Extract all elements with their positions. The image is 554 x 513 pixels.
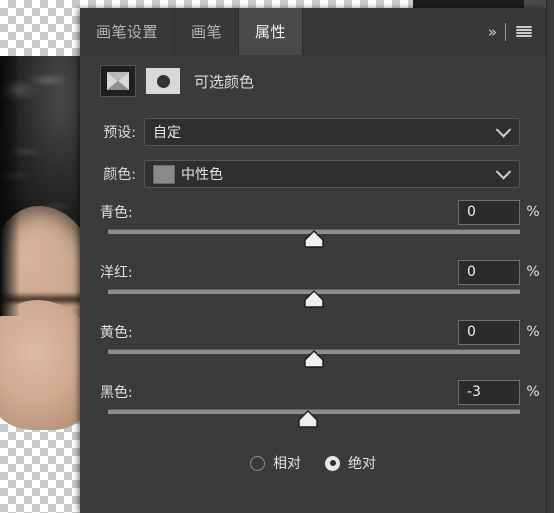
tab-label: 画笔	[191, 23, 223, 41]
slider-group-cyan: 青色: 0 %	[80, 197, 546, 251]
black-input[interactable]: -3	[458, 379, 520, 405]
collapse-panel-icon[interactable]: »	[488, 23, 497, 41]
cyan-label: 青色:	[100, 205, 133, 221]
cyan-unit: %	[526, 204, 540, 220]
yellow-label-row: 黄色: 0 %	[80, 317, 546, 347]
properties-panel: 画笔设置 画笔 属性 » 可选颜色 预设: 自定 颜色: 中性色 青色: 0 %…	[80, 8, 546, 513]
radio-relative-circle[interactable]	[250, 455, 265, 471]
tab-strip-spacer	[303, 8, 474, 55]
black-slider[interactable]	[108, 407, 520, 431]
black-unit: %	[526, 384, 540, 400]
chevron-down-icon	[495, 164, 512, 180]
color-value: 中性色	[181, 167, 223, 183]
panel-body: 预设: 自定 颜色: 中性色 青色: 0 % 洋红: 0 % 黄色: 0 % 黑…	[80, 107, 546, 513]
cyan-label-row: 青色: 0 %	[80, 197, 546, 227]
adjustment-header: 可选颜色	[80, 55, 546, 108]
preset-select[interactable]: 自定	[144, 118, 520, 146]
chevron-down-icon	[495, 122, 512, 138]
tab-label: 属性	[255, 23, 287, 41]
magenta-label: 洋红:	[100, 265, 133, 281]
radio-absolute-label: 绝对	[348, 456, 376, 472]
adjustment-glyph	[107, 72, 129, 90]
magenta-unit: %	[526, 264, 540, 280]
mask-dot-glyph	[156, 74, 170, 88]
tab-label: 画笔设置	[96, 23, 159, 41]
preset-label: 预设:	[103, 125, 136, 141]
panel-menu-icon[interactable]	[516, 25, 532, 38]
black-label: 黑色:	[100, 385, 133, 401]
screenshot-root: 画笔设置 画笔 属性 » 可选颜色 预设: 自定 颜色: 中性色 青色: 0 %…	[0, 0, 554, 513]
slider-group-yellow: 黄色: 0 %	[80, 317, 546, 371]
tab-strip-actions: »	[474, 8, 546, 55]
cyan-slider-thumb[interactable]	[303, 230, 325, 248]
radio-absolute-circle[interactable]	[325, 455, 340, 471]
color-label: 颜色:	[103, 167, 136, 183]
color-row: 颜色: 中性色	[80, 157, 546, 191]
canvas-photo	[0, 56, 84, 458]
selective-color-adjustment-icon[interactable]	[100, 65, 136, 97]
magenta-input[interactable]: 0	[458, 259, 520, 285]
panel-right-edge	[546, 0, 554, 513]
preset-value: 自定	[153, 125, 181, 141]
preset-row: 预设: 自定	[80, 115, 546, 149]
magenta-slider[interactable]	[108, 287, 520, 311]
magenta-label-row: 洋红: 0 %	[80, 257, 546, 287]
toolbar-divider	[505, 22, 506, 41]
slider-group-magenta: 洋红: 0 %	[80, 257, 546, 311]
radio-relative[interactable]: 相对	[250, 453, 301, 473]
black-slider-thumb[interactable]	[297, 410, 319, 428]
photo-skin-lower	[0, 300, 84, 430]
tab-brush-settings[interactable]: 画笔设置	[80, 8, 176, 55]
color-select[interactable]: 中性色	[144, 160, 520, 188]
magenta-slider-thumb[interactable]	[303, 290, 325, 308]
yellow-label: 黄色:	[100, 325, 133, 341]
yellow-input[interactable]: 0	[458, 319, 520, 345]
layer-mask-icon[interactable]	[146, 68, 180, 94]
method-radio-group: 相对 绝对	[80, 453, 546, 473]
panel-tab-strip: 画笔设置 画笔 属性 »	[80, 8, 546, 56]
tab-properties[interactable]: 属性	[239, 8, 304, 55]
tab-brushes[interactable]: 画笔	[175, 8, 240, 55]
cyan-slider[interactable]	[108, 227, 520, 251]
cyan-input[interactable]: 0	[458, 199, 520, 225]
photo-left-shadow	[0, 56, 20, 316]
radio-relative-label: 相对	[273, 456, 301, 472]
yellow-unit: %	[526, 324, 540, 340]
adjustment-title: 可选颜色	[194, 72, 255, 91]
slider-group-black: 黑色: -3 %	[80, 377, 546, 431]
radio-absolute[interactable]: 绝对	[325, 453, 376, 473]
color-swatch	[153, 164, 175, 184]
yellow-slider[interactable]	[108, 347, 520, 371]
black-label-row: 黑色: -3 %	[80, 377, 546, 407]
yellow-slider-thumb[interactable]	[303, 350, 325, 368]
